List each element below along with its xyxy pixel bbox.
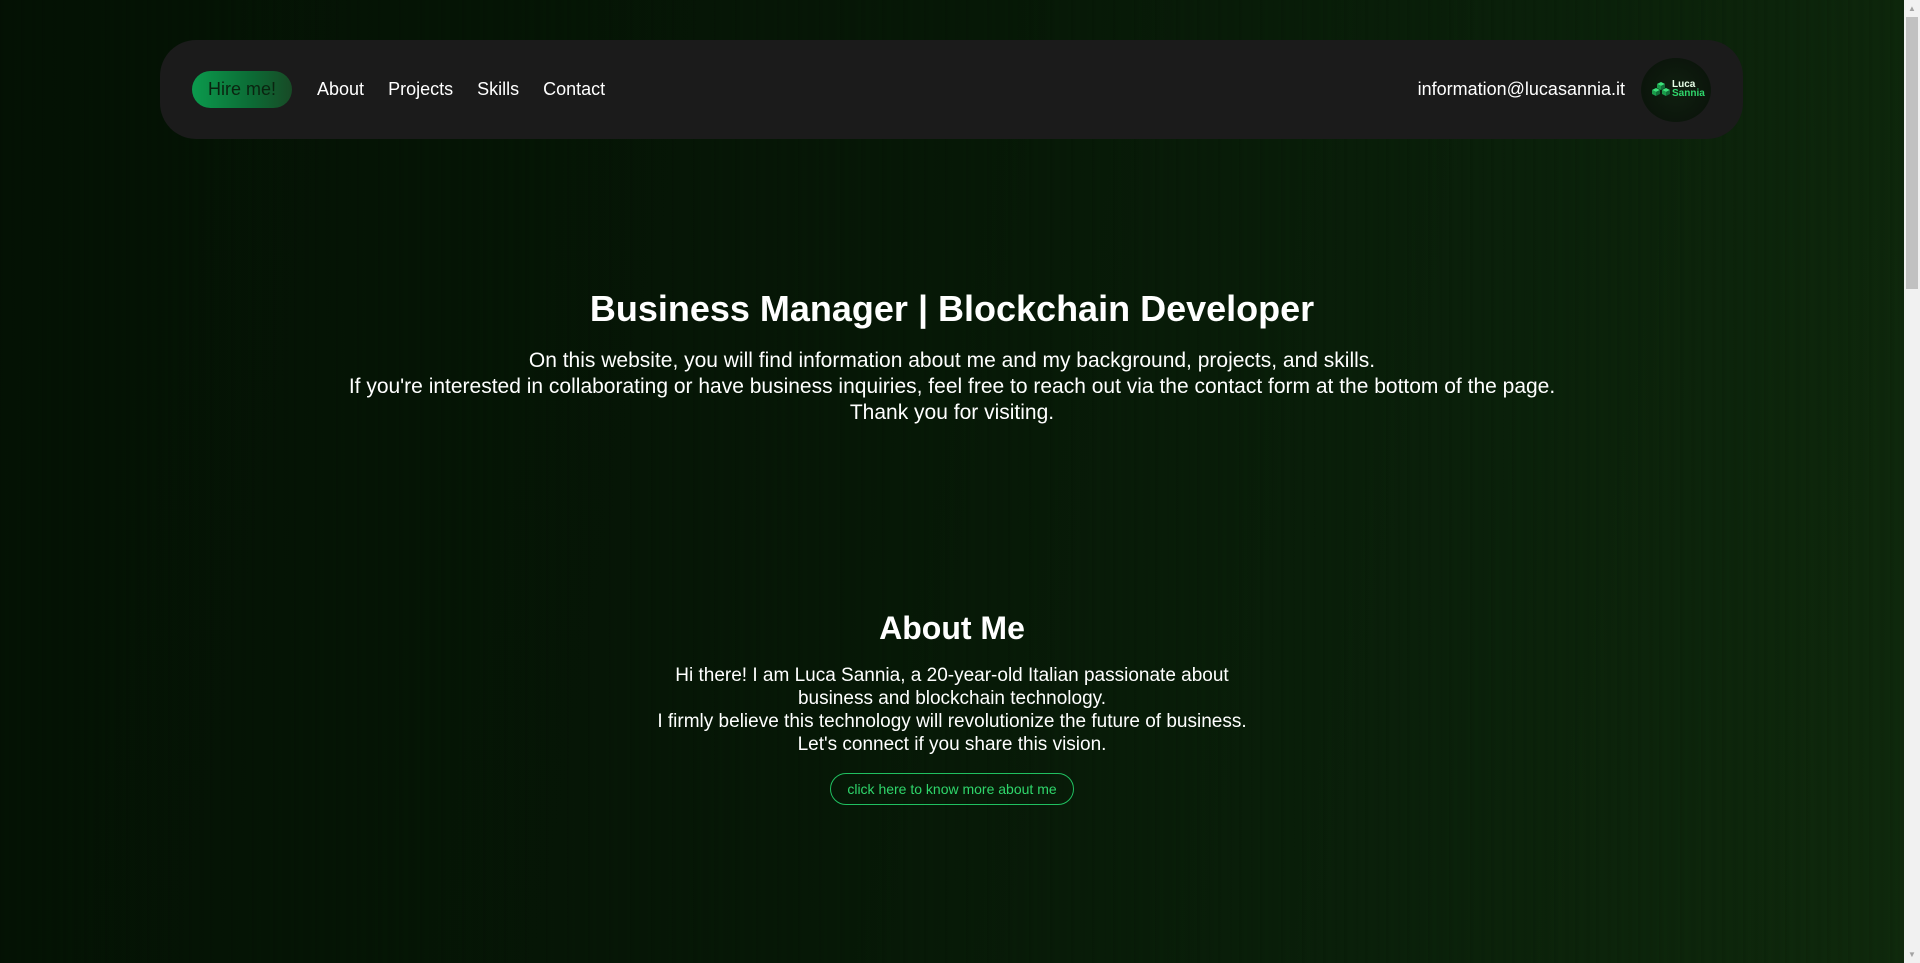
about-text-line: Hi there! I am Luca Sannia, a 20-year-ol… — [675, 665, 1229, 686]
scroll-down-arrow-icon[interactable]: ▼ — [1904, 946, 1920, 963]
about-text-line: Let's connect if you share this vision. — [797, 734, 1107, 755]
about-text-line: I firmly believe this technology will re… — [657, 711, 1247, 732]
about-text: Hi there! I am Luca Sannia, a 20-year-ol… — [0, 664, 1904, 756]
about-text-line: business and blockchain technology. — [797, 688, 1107, 709]
scrollbar-thumb[interactable] — [1906, 17, 1918, 289]
scrollbar[interactable]: ▲ ▼ — [1904, 0, 1920, 963]
navbar: Hire me! About Projects Skills Contact i… — [160, 40, 1743, 139]
about-button-wrap: click here to know more about me — [0, 773, 1904, 805]
page: Hire me! About Projects Skills Contact i… — [0, 0, 1904, 963]
cube-logo-icon — [1652, 81, 1670, 96]
scroll-up-arrow-icon[interactable]: ▲ — [1904, 0, 1920, 17]
logo-text-last-name: Sannia — [1672, 87, 1705, 99]
hero-intro-line: Thank you for visiting. — [849, 401, 1055, 424]
hero-intro-line: On this website, you will find informati… — [528, 349, 1376, 372]
nav-link-skills[interactable]: Skills — [477, 79, 519, 100]
nav-link-projects[interactable]: Projects — [388, 79, 453, 100]
nav-link-contact[interactable]: Contact — [543, 79, 605, 100]
nav-link-about[interactable]: About — [317, 79, 364, 100]
hero-title: Business Manager | Blockchain Developer — [589, 288, 1315, 329]
contact-email-link[interactable]: information@lucasannia.it — [1418, 79, 1625, 100]
hire-me-button[interactable]: Hire me! — [192, 71, 293, 108]
know-more-button[interactable]: click here to know more about me — [830, 773, 1074, 805]
site-logo[interactable]: Luca Sannia — [1641, 57, 1711, 122]
hero-intro: On this website, you will find informati… — [0, 348, 1904, 426]
about-title: About Me — [879, 610, 1025, 646]
hero-intro-line: If you're interested in collaborating or… — [348, 375, 1556, 398]
